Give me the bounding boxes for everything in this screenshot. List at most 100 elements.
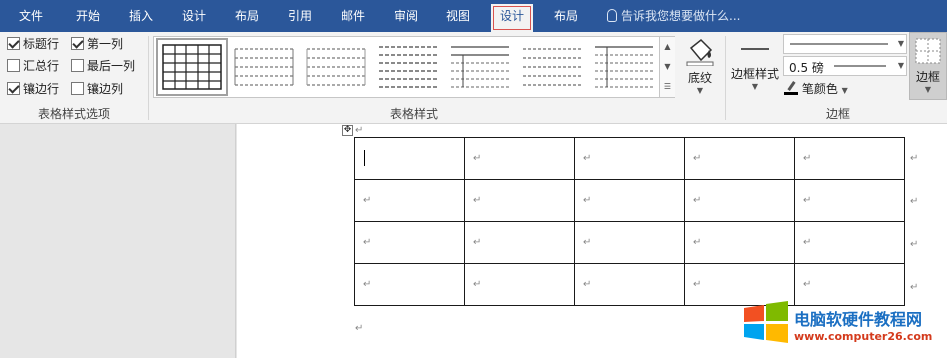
table-cell[interactable] xyxy=(354,137,465,180)
chevron-down-icon: ▼ xyxy=(924,85,932,94)
table-cell[interactable]: ↵ xyxy=(684,137,795,180)
row-end-mark-icon: ↵ xyxy=(910,239,919,250)
checkbox-label: 镶边行 xyxy=(23,82,60,96)
tab-file[interactable]: 文件 xyxy=(13,0,49,32)
border-styles-button[interactable]: 边框样式 ▼ xyxy=(729,36,781,102)
checkbox-box[interactable] xyxy=(7,37,20,50)
tab-home[interactable]: 开始 xyxy=(70,0,106,32)
shading-button[interactable]: 底纹 ▼ xyxy=(680,36,720,102)
cell-mark-icon: ↵ xyxy=(473,153,482,164)
table-style-dashed-1[interactable] xyxy=(231,41,297,93)
cell-mark-icon: ↵ xyxy=(693,279,702,290)
cell-mark-icon: ↵ xyxy=(363,195,372,206)
gallery-more-icon[interactable]: ☰ xyxy=(660,77,675,97)
tab-insert[interactable]: 插入 xyxy=(123,0,159,32)
chevron-down-icon: ▼ xyxy=(751,82,759,91)
shading-label: 底纹 xyxy=(687,71,712,85)
line-style-icon xyxy=(790,43,888,45)
line-style-dropdown[interactable]: ▼ xyxy=(783,34,907,54)
table-style-columns-2[interactable] xyxy=(519,41,585,93)
checkbox-label: 标题行 xyxy=(23,37,60,51)
cell-mark-icon: ↵ xyxy=(693,153,702,164)
table-cell[interactable]: ↵ xyxy=(794,221,905,264)
checkbox-box[interactable] xyxy=(7,82,20,95)
tell-me-search[interactable]: 告诉我您想要做什么... xyxy=(607,0,740,32)
tab-references[interactable]: 引用 xyxy=(282,0,318,32)
paragraph-mark-icon: ↵ xyxy=(355,125,364,136)
tab-table-design[interactable]: 设计 xyxy=(491,4,533,32)
table-style-dashed-2[interactable] xyxy=(303,41,369,93)
table-cell[interactable]: ↵ xyxy=(574,179,685,222)
borders-label: 边框 xyxy=(915,70,940,84)
table-style-columns-3[interactable] xyxy=(591,41,657,93)
pen-color-button[interactable]: 笔颜色 ▼ xyxy=(784,80,848,98)
tab-mailings[interactable]: 邮件 xyxy=(335,0,371,32)
tab-design[interactable]: 设计 xyxy=(176,0,212,32)
tab-review[interactable]: 审阅 xyxy=(388,0,424,32)
cell-mark-icon: ↵ xyxy=(363,237,372,248)
table-cell[interactable]: ↵ xyxy=(354,179,465,222)
table-cell[interactable]: ↵ xyxy=(684,221,795,264)
checkbox-box[interactable] xyxy=(7,59,20,72)
group-label-table-styles: 表格样式 xyxy=(389,107,438,121)
tab-layout[interactable]: 布局 xyxy=(229,0,265,32)
tab-table-layout[interactable]: 布局 xyxy=(548,0,584,32)
table-style-icon xyxy=(379,46,437,88)
table-cell[interactable]: ↵ xyxy=(354,221,465,264)
borders-button[interactable]: 边框 ▼ xyxy=(909,32,947,100)
checkbox-header-row[interactable]: 标题行 xyxy=(7,36,59,52)
chevron-down-icon: ▼ xyxy=(897,61,904,70)
cell-mark-icon: ↵ xyxy=(803,279,812,290)
tell-me-text: 告诉我您想要做什么... xyxy=(621,9,741,23)
table-cell[interactable]: ↵ xyxy=(574,221,685,264)
border-line-icon xyxy=(741,48,769,50)
cell-mark-icon: ↵ xyxy=(583,195,592,206)
table-cell[interactable]: ↵ xyxy=(464,221,575,264)
table-styles-gallery: ▲ ▼ ☰ xyxy=(153,36,675,98)
cell-mark-icon: ↵ xyxy=(473,237,482,248)
checkbox-banded-rows[interactable]: 镶边行 xyxy=(7,81,59,97)
table-cell[interactable]: ↵ xyxy=(794,179,905,222)
gallery-down-icon[interactable]: ▼ xyxy=(660,57,675,77)
table-cell[interactable]: ↵ xyxy=(354,263,465,306)
site-watermark: 电脑软硬件教程网 www.computer26.com xyxy=(742,300,947,358)
table-style-icon xyxy=(451,46,509,88)
ribbon-tab-bar: 文件 开始 插入 设计 布局 引用 邮件 审阅 视图 设计 布局 告诉我您想要做… xyxy=(0,0,947,32)
table-cell[interactable]: ↵ xyxy=(794,137,905,180)
tab-view[interactable]: 视图 xyxy=(440,0,476,32)
table-cell[interactable]: ↵ xyxy=(464,179,575,222)
table-cell[interactable]: ↵ xyxy=(464,263,575,306)
table-cell[interactable]: ↵ xyxy=(574,137,685,180)
gallery-up-icon[interactable]: ▲ xyxy=(660,37,675,57)
lightbulb-icon xyxy=(607,9,617,22)
line-weight-value: 0.5 磅 xyxy=(789,61,824,75)
table-cell[interactable]: ↵ xyxy=(574,263,685,306)
text-caret xyxy=(364,150,365,166)
paint-bucket-icon xyxy=(686,38,714,67)
checkbox-label: 最后一列 xyxy=(87,59,136,73)
checkbox-label: 汇总行 xyxy=(23,59,60,73)
checkbox-box[interactable] xyxy=(71,37,84,50)
table-style-dashed-3[interactable] xyxy=(375,41,441,93)
table-style-grid-thumb[interactable] xyxy=(156,38,228,96)
checkbox-box[interactable] xyxy=(71,59,84,72)
checkbox-total-row[interactable]: 汇总行 xyxy=(7,58,59,74)
left-gray-margin xyxy=(0,124,236,358)
cell-mark-icon: ↵ xyxy=(803,237,812,248)
checkbox-banded-columns[interactable]: 镶边列 xyxy=(71,81,123,97)
checkbox-box[interactable] xyxy=(71,82,84,95)
table-move-handle-icon[interactable]: ✥ xyxy=(342,125,353,136)
chevron-down-icon: ▼ xyxy=(897,39,904,48)
document-table[interactable]: ↵ ↵ ↵ ↵ ↵ ↵ ↵ ↵ ↵ ↵ ↵ ↵ ↵ ↵ ↵ ↵ ↵ ↵ ↵ xyxy=(354,137,905,306)
checkbox-first-column[interactable]: 第一列 xyxy=(71,36,123,52)
checkbox-last-column[interactable]: 最后一列 xyxy=(71,58,135,74)
cell-mark-icon: ↵ xyxy=(693,195,702,206)
table-cell[interactable]: ↵ xyxy=(464,137,575,180)
cell-mark-icon: ↵ xyxy=(803,153,812,164)
table-style-icon xyxy=(595,46,653,88)
ribbon-panel: 标题行 第一列 汇总行 最后一列 镶边行 镶边列 表格样式选项 ▲ ▼ ☰ 表格… xyxy=(0,32,947,124)
checkbox-label: 第一列 xyxy=(87,37,124,51)
table-cell[interactable]: ↵ xyxy=(684,179,795,222)
table-style-columns-1[interactable] xyxy=(447,41,513,93)
line-weight-dropdown[interactable]: 0.5 磅 ▼ xyxy=(783,56,907,76)
